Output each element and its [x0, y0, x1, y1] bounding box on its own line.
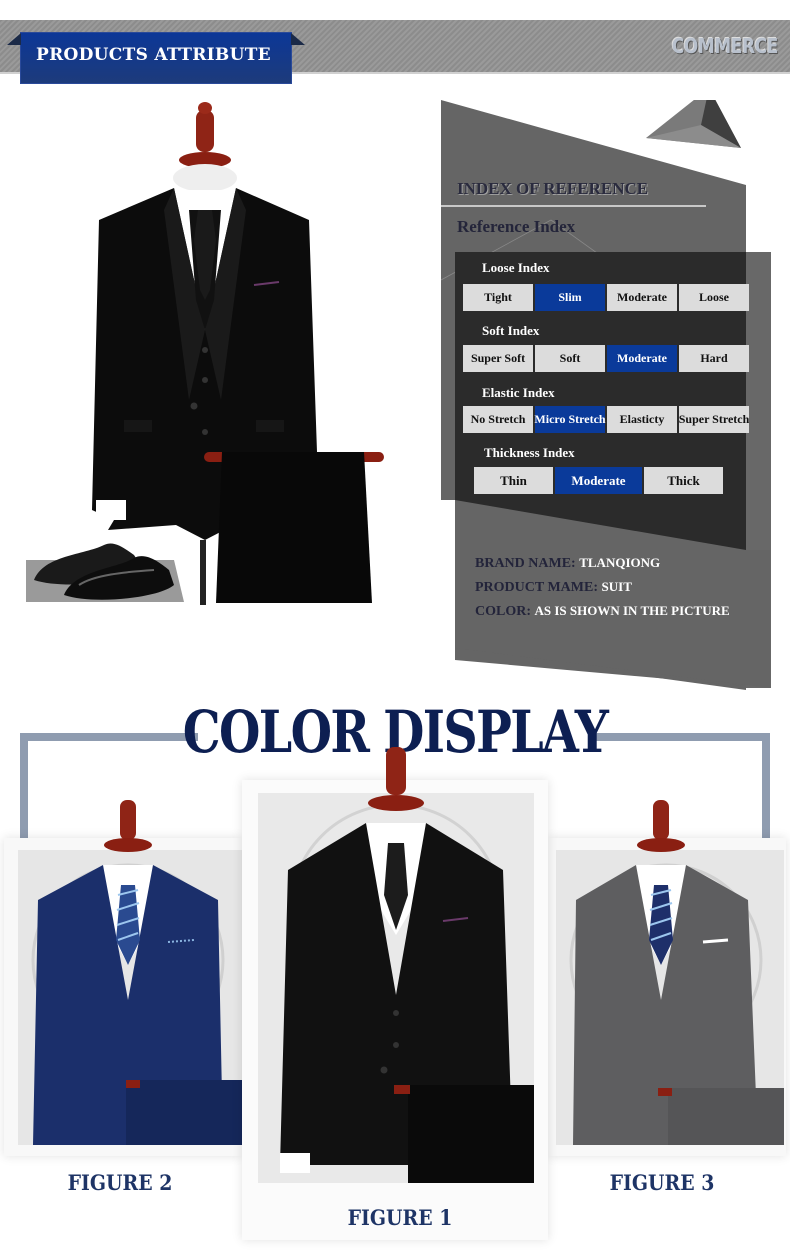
option-tight: Tight: [463, 284, 533, 311]
thickness-index-options: Thin Moderate Thick: [474, 467, 723, 494]
thickness-index-label: Thickness Index: [484, 445, 575, 460]
option-moderate-thickness-selected: Moderate: [555, 467, 642, 494]
option-elasticity: Elasticty: [607, 406, 677, 433]
header-bar: PRODUCTS ATTRIBUTE COMMERCE: [0, 20, 790, 84]
elastic-index-options: No Stretch Micro Stretch Elasticty Super…: [463, 406, 749, 433]
soft-index-label: Soft Index: [482, 323, 540, 338]
figure-1-photo: [258, 747, 534, 1183]
product-name-value: SUIT: [601, 579, 632, 594]
figure-3-label: FIGURE 3: [609, 1170, 715, 1195]
option-slim-selected: Slim: [535, 284, 605, 311]
option-moderate-selected: Moderate: [607, 345, 677, 372]
figure-3-photo: [556, 800, 784, 1145]
brand-name-value: TLANQIONG: [579, 555, 661, 570]
option-thin: Thin: [474, 467, 553, 494]
brand-name-key: BRAND NAME:: [475, 556, 576, 571]
option-super-soft: Super Soft: [463, 345, 533, 372]
mannequin-topper: [637, 800, 685, 852]
option-moderate: Moderate: [607, 284, 677, 311]
mannequin-topper: [368, 747, 424, 811]
soft-index-options: Super Soft Soft Moderate Hard: [463, 345, 749, 372]
loose-index-label: Loose Index: [482, 260, 550, 275]
option-hard: Hard: [679, 345, 749, 372]
loose-index-options: Tight Slim Moderate Loose: [463, 284, 749, 311]
color-line: COLOR: AS IS SHOWN IN THE PICTURE: [475, 603, 730, 620]
mannequin-topper: [173, 102, 237, 192]
product-name-line: PRODUCT MAME: SUIT: [475, 579, 632, 596]
reference-subtitle: Reference Index: [457, 217, 576, 236]
header-title: PRODUCTS ATTRIBUTE: [36, 45, 271, 65]
figure-1-label: FIGURE 1: [347, 1205, 453, 1230]
pyramid-icon: [646, 100, 741, 148]
option-thick: Thick: [644, 467, 723, 494]
product-name-key: PRODUCT MAME:: [475, 580, 599, 595]
figure-2-photo: [18, 800, 242, 1145]
reference-divider: [441, 205, 706, 207]
header-right-label: COMMERCE: [671, 34, 779, 58]
header-tab: PRODUCTS ATTRIBUTE: [7, 32, 305, 84]
hero-product-image: [26, 102, 384, 605]
brand-name-line: BRAND NAME: TLANQIONG: [475, 555, 660, 572]
option-super-stretch: Super Stretch: [679, 406, 749, 433]
color-key: COLOR:: [475, 604, 531, 619]
elastic-index-label: Elastic Index: [482, 385, 555, 400]
mannequin-topper: [104, 800, 152, 852]
option-no-stretch: No Stretch: [463, 406, 533, 433]
option-soft: Soft: [535, 345, 605, 372]
color-value: AS IS SHOWN IN THE PICTURE: [534, 603, 730, 618]
option-loose: Loose: [679, 284, 749, 311]
stand-pole: [200, 540, 206, 605]
black-pants: [204, 452, 384, 603]
option-micro-stretch-selected: Micro Stretch: [534, 406, 606, 433]
figure-2-label: FIGURE 2: [67, 1170, 173, 1195]
reference-title: INDEX OF REFERENCE: [457, 179, 649, 198]
